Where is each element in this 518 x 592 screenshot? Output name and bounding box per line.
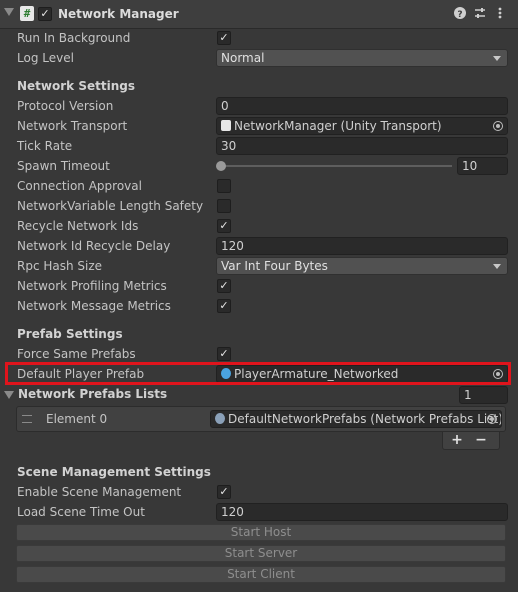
asset-icon (215, 413, 225, 424)
spawn-timeout-field[interactable]: 10 (457, 157, 508, 175)
more-options-icon[interactable] (493, 6, 507, 20)
script-icon (221, 120, 231, 131)
chevron-down-icon (493, 56, 501, 61)
element-0-field[interactable]: DefaultNetworkPrefabs (Network Prefabs L… (210, 410, 502, 428)
network-transport-label: Network Transport (17, 119, 128, 133)
chevron-down-icon (493, 264, 501, 269)
enable-scene-management-checkbox[interactable]: ✓ (217, 485, 231, 499)
message-metrics-checkbox[interactable]: ✓ (217, 299, 231, 313)
network-transport-value: NetworkManager (Unity Transport) (234, 119, 442, 133)
spawn-timeout-label: Spawn Timeout (17, 159, 110, 173)
element-0-value: DefaultNetworkPrefabs (Network Prefabs L… (228, 412, 502, 426)
protocol-version-field[interactable]: 0 (216, 97, 508, 115)
component-title: Network Manager (58, 7, 179, 21)
spawn-timeout-slider-thumb[interactable] (216, 161, 226, 171)
nv-length-safety-label: NetworkVariable Length Safety (17, 199, 204, 213)
prefabs-lists-foldout-icon[interactable] (4, 391, 14, 399)
log-level-dropdown[interactable]: Normal (216, 49, 508, 67)
component-enabled-checkbox[interactable]: ✓ (38, 7, 52, 21)
prefabs-lists-count-field[interactable]: 1 (459, 386, 508, 404)
element-0-label: Element 0 (46, 412, 108, 426)
connection-approval-label: Connection Approval (17, 179, 142, 193)
log-level-value: Normal (221, 51, 265, 65)
connection-approval-checkbox[interactable] (217, 179, 231, 193)
network-settings-header: Network Settings (17, 79, 135, 93)
script-hash-icon: # (20, 6, 34, 21)
rpc-hash-size-value: Var Int Four Bytes (221, 259, 328, 273)
message-metrics-label: Network Message Metrics (17, 299, 171, 313)
object-picker-icon[interactable] (493, 121, 503, 131)
force-same-prefabs-label: Force Same Prefabs (17, 347, 136, 361)
drag-handle-icon[interactable] (22, 415, 32, 423)
network-transport-field[interactable]: NetworkManager (Unity Transport) (216, 117, 508, 135)
object-picker-icon[interactable] (487, 414, 497, 424)
rpc-hash-size-label: Rpc Hash Size (17, 259, 103, 273)
presets-icon[interactable] (473, 6, 487, 20)
nv-length-safety-checkbox[interactable] (217, 199, 231, 213)
prefabs-lists-label[interactable]: Network Prefabs Lists (18, 384, 167, 404)
start-host-button[interactable]: Start Host (16, 524, 506, 541)
recycle-ids-checkbox[interactable]: ✓ (217, 219, 231, 233)
help-icon[interactable]: ? (453, 6, 467, 20)
start-client-button[interactable]: Start Client (16, 566, 506, 583)
prefab-settings-header: Prefab Settings (17, 327, 123, 341)
tick-rate-field[interactable]: 30 (216, 137, 508, 155)
remove-element-button[interactable]: − (468, 432, 494, 449)
foldout-arrow-icon[interactable] (4, 8, 14, 16)
load-scene-timeout-label: Load Scene Time Out (17, 505, 145, 519)
protocol-version-label: Protocol Version (17, 99, 114, 113)
highlight-box (5, 362, 511, 385)
recycle-delay-label: Network Id Recycle Delay (17, 239, 171, 253)
profiling-metrics-label: Network Profiling Metrics (17, 279, 167, 293)
run-in-background-label: Run In Background (17, 31, 131, 45)
start-server-button[interactable]: Start Server (16, 545, 506, 562)
add-element-button[interactable]: + (444, 432, 470, 449)
run-in-background-checkbox[interactable]: ✓ (217, 31, 231, 45)
recycle-delay-field[interactable]: 120 (216, 237, 508, 255)
spawn-timeout-slider-track[interactable] (220, 165, 452, 167)
svg-text:?: ? (457, 10, 462, 20)
force-same-prefabs-checkbox[interactable]: ✓ (217, 347, 231, 361)
rpc-hash-size-dropdown[interactable]: Var Int Four Bytes (216, 257, 508, 275)
enable-scene-management-label: Enable Scene Management (17, 485, 182, 499)
log-level-label: Log Level (17, 51, 74, 65)
tick-rate-label: Tick Rate (17, 139, 73, 153)
profiling-metrics-checkbox[interactable]: ✓ (217, 279, 231, 293)
load-scene-timeout-field[interactable]: 120 (216, 503, 508, 521)
recycle-ids-label: Recycle Network Ids (17, 219, 139, 233)
scene-settings-header: Scene Management Settings (17, 465, 211, 479)
